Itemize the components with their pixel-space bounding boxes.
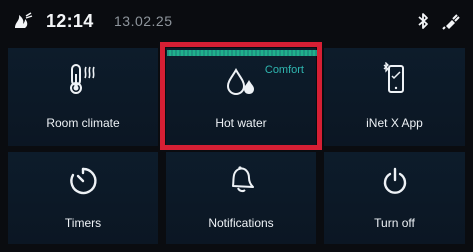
active-indicator-strip bbox=[167, 50, 317, 56]
power-plug-icon bbox=[442, 14, 460, 30]
timer-icon bbox=[70, 167, 97, 195]
clock-time: 12:14 bbox=[46, 11, 94, 31]
tile-label: Hot water bbox=[215, 116, 267, 130]
tile-turn-off[interactable]: Turn off bbox=[324, 152, 465, 244]
tile-label: Room climate bbox=[46, 116, 120, 130]
tile-label: Notifications bbox=[208, 216, 274, 230]
tile-inet-x-app[interactable]: iNet X App bbox=[324, 48, 465, 146]
clock-date: 13.02.25 bbox=[114, 13, 173, 29]
power-icon bbox=[383, 167, 406, 194]
status-bar: 12:14 13.02.25 bbox=[0, 0, 473, 40]
tile-timers[interactable]: Timers bbox=[8, 152, 158, 244]
thermometer-icon bbox=[70, 64, 95, 94]
heating-control-screen: 12:14 13.02.25 Room climate Comfort Hot … bbox=[0, 0, 473, 252]
tile-room-climate[interactable]: Room climate bbox=[8, 48, 158, 146]
phone-app-icon bbox=[383, 62, 404, 93]
water-drops-icon bbox=[226, 68, 254, 96]
bluetooth-icon bbox=[418, 13, 428, 29]
tile-hot-water[interactable]: Comfort Hot water bbox=[166, 48, 316, 146]
tile-label: Turn off bbox=[374, 216, 415, 230]
tile-label: iNet X App bbox=[366, 116, 423, 130]
flame-icon bbox=[15, 12, 33, 28]
bell-icon bbox=[232, 166, 254, 193]
comfort-badge: Comfort bbox=[264, 64, 304, 76]
tile-label: Timers bbox=[64, 216, 102, 230]
tile-notifications[interactable]: Notifications bbox=[166, 152, 316, 244]
